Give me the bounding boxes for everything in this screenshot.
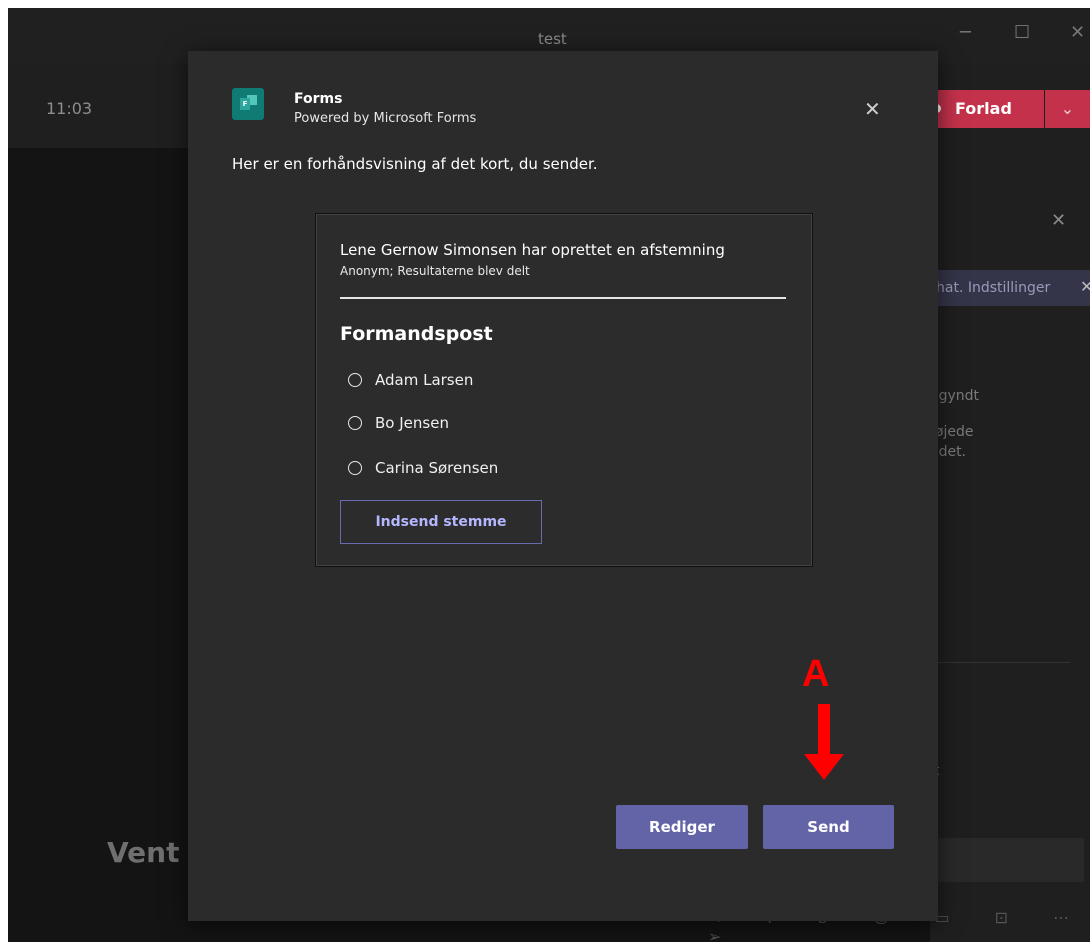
annotation-arrow-icon — [804, 704, 844, 780]
leave-button[interactable]: Forlad — [922, 90, 1044, 128]
poll-card: Lene Gernow Simonsen har oprettet en afs… — [315, 213, 813, 567]
annotation-marker: A — [802, 653, 830, 695]
teams-window: test ─ ☐ ✕ 11:03 Forlad ⌄ Vent ✕ hat. In… — [8, 8, 1090, 942]
poll-option-label: Carina Sørensen — [375, 459, 499, 477]
app-subtitle: Powered by Microsoft Forms — [294, 111, 477, 126]
forms-icon-letter: F — [240, 98, 250, 110]
poll-card-subheader: Anonym; Resultaterne blev delt — [340, 264, 530, 278]
app-name: Forms — [294, 91, 343, 107]
forms-app-icon: F — [232, 88, 264, 120]
side-tip-close-icon[interactable]: ✕ — [1080, 277, 1090, 296]
side-panel: ✕ — [930, 148, 1090, 942]
edit-button[interactable]: Rediger — [616, 805, 748, 849]
side-tip-banner: hat. Indstillinger ✕ — [930, 270, 1090, 306]
side-divider — [938, 662, 1070, 663]
radio-icon[interactable] — [348, 373, 362, 387]
waiting-text: Vent — [107, 836, 180, 869]
poll-option-label: Bo Jensen — [375, 414, 449, 432]
radio-icon[interactable] — [348, 461, 362, 475]
preview-intro-text: Her er en forhåndsvisning af det kort, d… — [232, 155, 598, 173]
poll-option[interactable]: Bo Jensen — [348, 414, 449, 432]
meeting-clock: 11:03 — [46, 99, 93, 118]
chat-input[interactable] — [938, 838, 1084, 882]
radio-icon[interactable] — [348, 416, 362, 430]
side-tip-text: hat. Indstillinger — [936, 280, 1051, 296]
send-button[interactable]: Send — [763, 805, 894, 849]
forms-preview-dialog: F Forms Powered by Microsoft Forms ✕ Her… — [188, 51, 938, 921]
poll-question: Formandspost — [340, 323, 493, 345]
close-icon[interactable]: ✕ — [1070, 22, 1085, 43]
leave-label: Forlad — [955, 99, 1012, 118]
window-title: test — [538, 30, 567, 48]
dialog-close-icon[interactable]: ✕ — [864, 97, 881, 121]
maximize-icon[interactable]: ☐ — [1014, 22, 1030, 43]
leave-options-chevron-icon[interactable]: ⌄ — [1045, 90, 1090, 128]
poll-option[interactable]: Adam Larsen — [348, 371, 473, 389]
poll-card-divider — [340, 297, 786, 299]
side-panel-close-icon[interactable]: ✕ — [1051, 210, 1066, 231]
poll-card-header: Lene Gernow Simonsen har oprettet en afs… — [340, 241, 725, 259]
minimize-icon[interactable]: ─ — [960, 22, 971, 43]
poll-option-label: Adam Larsen — [375, 371, 474, 389]
submit-vote-button[interactable]: Indsend stemme — [340, 500, 542, 544]
poll-option[interactable]: Carina Sørensen — [348, 459, 498, 477]
